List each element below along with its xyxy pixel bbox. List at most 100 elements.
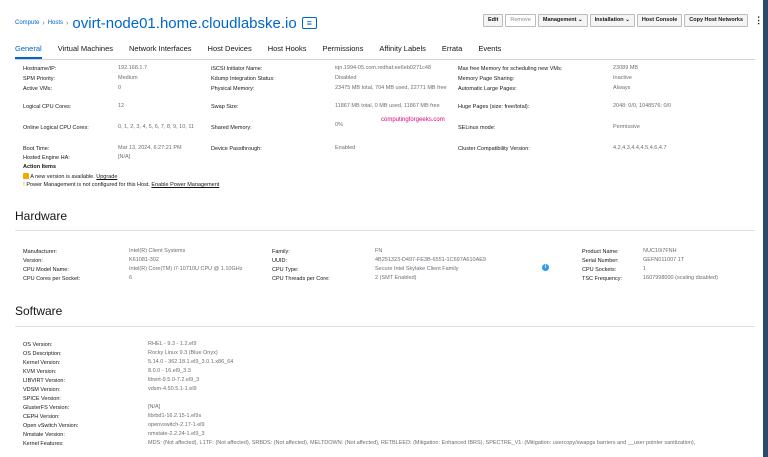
action-items-title: Action Items: [23, 164, 57, 170]
tab-host-hooks[interactable]: Host Hooks: [268, 40, 307, 59]
kernel-features-label: Kernel Features:: [23, 441, 64, 447]
ceph-version-label: CEPH Version:: [23, 414, 60, 420]
memory-page-sharing-value: Inactive: [613, 75, 632, 81]
threads-per-core-label: CPU Threads per Core:: [272, 276, 330, 282]
physical-memory-value: 23475 MB total, 704 MB used, 22771 MB fr…: [335, 85, 447, 91]
serial-number-value: GEFN011007 1T: [643, 257, 685, 263]
tab-errata[interactable]: Errata: [442, 40, 462, 59]
uuid-label: UUID:: [272, 258, 287, 264]
remove-button[interactable]: Remove: [505, 14, 536, 27]
tab-permissions[interactable]: Permissions: [322, 40, 363, 59]
cpu-type-label: CPU Type:: [272, 267, 299, 273]
tab-general[interactable]: General: [15, 40, 42, 59]
spm-priority-value: Medium: [118, 75, 138, 81]
host-menu-icon[interactable]: ≡: [301, 17, 317, 29]
swap-size-value: 11867 MB total, 0 MB used, 11867 MB free: [335, 103, 440, 109]
chevron-right-icon: ›: [66, 19, 69, 27]
kebab-menu-icon[interactable]: ⋮: [754, 15, 763, 26]
iscsi-initiator-value: iqn.1994-05.com.redhat:ee6eb0271c48: [335, 65, 432, 71]
info-icon[interactable]: i: [542, 264, 549, 271]
installation-dropdown[interactable]: Installation ⌄: [589, 14, 635, 27]
cores-per-socket-value: 6: [129, 275, 133, 281]
logical-cpu-cores-value: 12: [118, 103, 125, 109]
tsc-frequency-value: 1607998000 (scaling disabled): [643, 275, 718, 281]
cpu-model-label: CPU Model Name:: [23, 267, 69, 273]
active-vms-label: Active VMs:: [23, 86, 53, 92]
tab-events[interactable]: Events: [478, 40, 501, 59]
tab-host-devices[interactable]: Host Devices: [208, 40, 252, 59]
spice-version-label: SPICE Version:: [23, 396, 61, 402]
max-free-memory-value: 23089 MB: [613, 65, 639, 71]
boot-time-label: Boot Time:: [23, 146, 50, 152]
serial-number-label: Serial Number:: [582, 258, 619, 264]
glusterfs-version-label: GlusterFS Version:: [23, 405, 70, 411]
cpu-model-value: Intel(R) Core(TM) i7-10710U CPU @ 1.10GH…: [129, 266, 243, 272]
watermark-text: computingforgeeks.com: [381, 117, 445, 123]
online-cpu-cores-label: Online Logical CPU Cores:: [23, 125, 89, 131]
host-details-page: Compute › Hosts › ovirt-node01.home.clou…: [0, 0, 763, 457]
cpu-sockets-label: CPU Sockets:: [582, 267, 617, 273]
selinux-mode-value: Permissive: [613, 124, 640, 130]
device-passthrough-value: Enabled: [335, 145, 356, 151]
tab-network-interfaces[interactable]: Network Interfaces: [129, 40, 192, 59]
cores-per-socket-label: CPU Cores per Socket:: [23, 276, 81, 282]
action-item-power: ! Power Management is not configured for…: [23, 182, 219, 188]
hostname-label: Hostname/IP:: [23, 66, 57, 72]
kdump-status-value: Disabled: [335, 75, 357, 81]
selinux-mode-label: SELinux mode:: [458, 125, 496, 131]
warning-icon: !: [23, 182, 25, 188]
hosted-engine-ha-value: [N/A]: [118, 154, 131, 160]
spm-priority-label: SPM Priority:: [23, 76, 56, 82]
action-toolbar: Edit Remove Management ⌄ Installation ⌄ …: [481, 14, 763, 27]
breadcrumb-hosts[interactable]: Hosts: [48, 20, 63, 26]
nmstate-version-label: Nmstate Version:: [23, 432, 65, 438]
breadcrumb-compute[interactable]: Compute: [15, 20, 39, 26]
page-title: ovirt-node01.home.cloudlabske.io: [72, 14, 297, 32]
software-title: Software: [15, 304, 63, 318]
iscsi-initiator-label: iSCSI Initiator Name:: [211, 66, 263, 72]
max-free-memory-label: Max free Memory for scheduling new VMs:: [458, 66, 563, 72]
action-item-upgrade: A new version is available. Upgrade: [23, 173, 117, 180]
copy-host-networks-button[interactable]: Copy Host Networks: [684, 14, 749, 27]
chevron-right-icon: ›: [42, 19, 45, 27]
enable-power-management-link[interactable]: Enable Power Management: [151, 182, 219, 188]
libvirt-version-label: LIBVIRT Version:: [23, 378, 65, 384]
tab-bar: General Virtual Machines Network Interfa…: [15, 40, 755, 60]
breadcrumb: Compute › Hosts › ovirt-node01.home.clou…: [15, 14, 317, 32]
device-passthrough-label: Device Passthrough:: [211, 146, 262, 152]
power-management-text: Power Management is not configured for t…: [26, 182, 150, 188]
host-console-button[interactable]: Host Console: [636, 14, 683, 27]
huge-pages-label: Huge Pages (size: free/total):: [458, 104, 530, 110]
hostname-value: 192.168.1.7: [118, 65, 148, 71]
hosted-engine-ha-label: Hosted Engine HA:: [23, 155, 70, 161]
memory-page-sharing-label: Memory Page Sharing:: [458, 76, 515, 82]
kernel-features-value: MDS: (Not affected), L1TF: (Not affected…: [148, 440, 696, 446]
upgrade-icon: [23, 173, 29, 179]
vdsm-version-value: vdsm-4.50.5.1-1.el9: [148, 386, 197, 392]
openvswitch-version-label: Open vSwitch Version:: [23, 423, 79, 429]
hardware-title: Hardware: [15, 209, 68, 223]
logical-cpu-cores-label: Logical CPU Cores:: [23, 104, 72, 110]
swap-size-label: Swap Size:: [211, 104, 239, 110]
hardware-divider: [15, 230, 755, 231]
manufacturer-label: Manufacturer:: [23, 249, 57, 255]
threads-per-core-value: 2 (SMT Enabled): [375, 275, 417, 281]
kernel-version-label: Kernel Version:: [23, 360, 61, 366]
os-description-label: OS Description:: [23, 351, 62, 357]
family-label: Family:: [272, 249, 290, 255]
version-label: Version:: [23, 258, 43, 264]
upgrade-link[interactable]: Upgrade: [96, 174, 117, 180]
new-version-text: A new version is available.: [30, 174, 95, 180]
management-dropdown[interactable]: Management ⌄: [537, 14, 588, 27]
tab-virtual-machines[interactable]: Virtual Machines: [58, 40, 113, 59]
edit-button[interactable]: Edit: [483, 14, 504, 27]
tab-affinity-labels[interactable]: Affinity Labels: [379, 40, 426, 59]
automatic-large-pages-value: Always: [613, 85, 631, 91]
os-version-label: OS Version:: [23, 342, 53, 348]
software-divider: [15, 326, 755, 327]
vdsm-version-label: VDSM Version:: [23, 387, 61, 393]
active-vms-value: 0: [118, 85, 122, 91]
shared-memory-value: 0%: [335, 122, 343, 128]
window-edge: [763, 0, 768, 457]
online-cpu-cores-value: 0, 1, 2, 3, 4, 5, 6, 7, 8, 9, 10, 11: [118, 124, 195, 130]
